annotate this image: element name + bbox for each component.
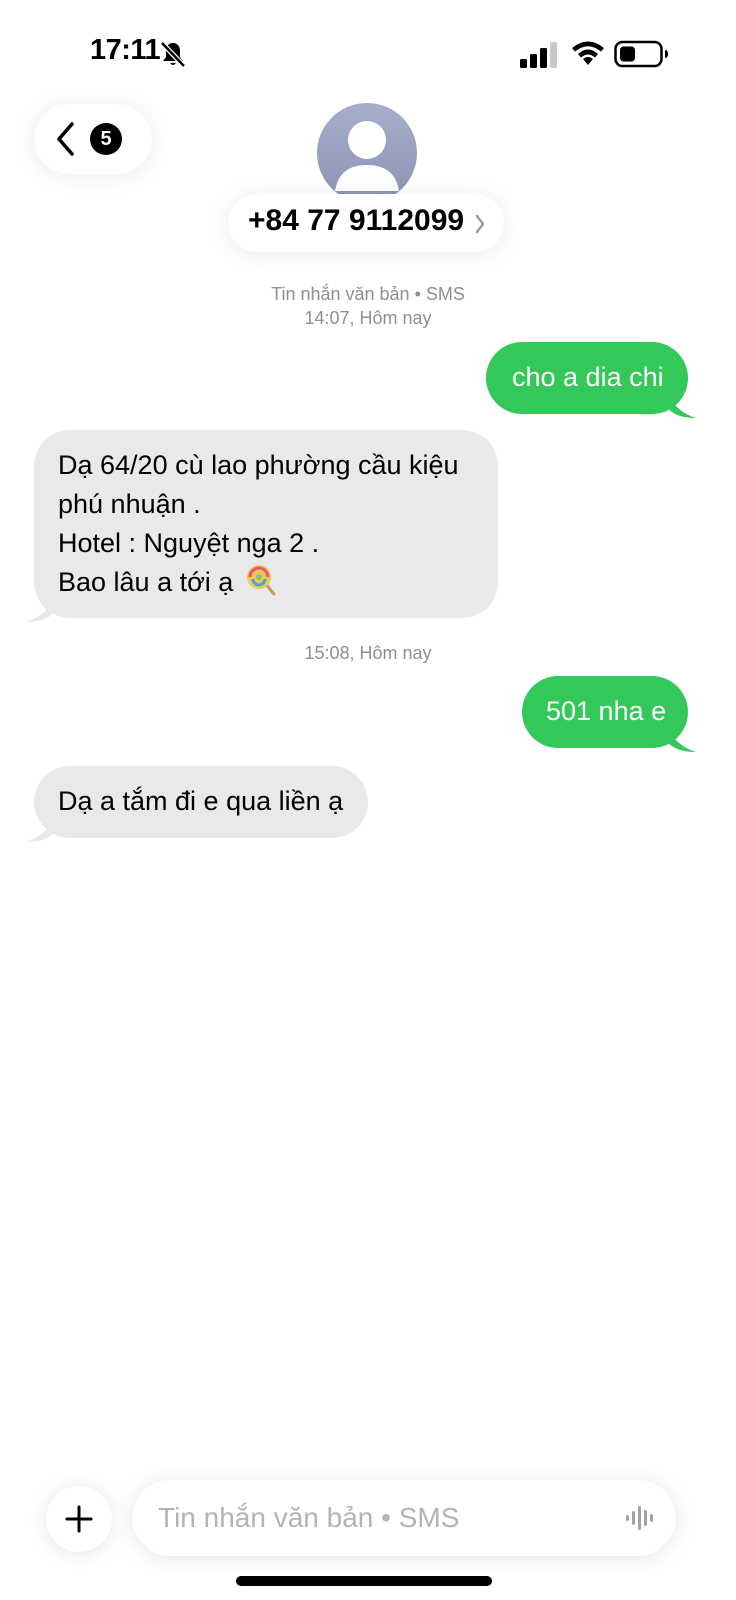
received-message[interactable]: Dạ a tắm đi e qua liền ạ bbox=[26, 766, 368, 842]
waveform-icon[interactable] bbox=[626, 1504, 658, 1532]
contact-avatar[interactable] bbox=[317, 103, 417, 203]
message-input[interactable] bbox=[158, 1494, 598, 1542]
unread-count-badge: 5 bbox=[90, 123, 122, 155]
sent-message[interactable]: cho a dia chi bbox=[486, 342, 696, 418]
message-line: Bao lâu a tới ạ bbox=[58, 567, 234, 597]
contact-name-button[interactable]: +84 77 9112099 bbox=[228, 194, 504, 252]
add-attachment-button[interactable] bbox=[46, 1486, 112, 1552]
wifi-icon bbox=[572, 41, 604, 65]
bubble-tail bbox=[666, 726, 696, 752]
service-label: Tin nhắn văn bản • SMS bbox=[271, 284, 465, 304]
person-silhouette-icon bbox=[335, 121, 399, 191]
battery-icon bbox=[614, 40, 668, 68]
bubble-tail bbox=[26, 816, 56, 842]
message-text: 501 nha e bbox=[546, 696, 667, 726]
plus-icon bbox=[65, 1505, 93, 1533]
sent-message[interactable]: 501 nha e bbox=[522, 676, 696, 752]
status-time: 17:11 bbox=[90, 34, 161, 66]
home-indicator[interactable] bbox=[236, 1576, 492, 1586]
cellular-signal-icon bbox=[520, 42, 557, 68]
message-text: cho a dia chi bbox=[512, 362, 664, 392]
bell-slash-icon bbox=[160, 41, 186, 68]
timestamp: 14:07, Hôm nay bbox=[304, 308, 432, 328]
lollipop-icon bbox=[246, 565, 276, 596]
chevron-right-icon bbox=[475, 214, 485, 234]
message-line: Dạ 64/20 cù lao phường cầu kiệu bbox=[58, 450, 459, 480]
bubble-tail bbox=[26, 596, 56, 622]
timestamp: 15:08, Hôm nay bbox=[304, 643, 432, 663]
contact-name: +84 77 9112099 bbox=[248, 204, 465, 237]
message-composer bbox=[132, 1480, 676, 1556]
bubble-tail bbox=[666, 392, 696, 418]
message-text: Dạ a tắm đi e qua liền ạ bbox=[58, 786, 344, 816]
message-line: Hotel : Nguyệt nga 2 . bbox=[58, 528, 320, 558]
received-message[interactable]: Dạ 64/20 cù lao phường cầu kiệu phú nhuậ… bbox=[26, 430, 498, 622]
back-button[interactable]: 5 bbox=[34, 104, 152, 174]
chevron-left-icon bbox=[57, 122, 74, 156]
message-line: phú nhuận . bbox=[58, 489, 201, 519]
